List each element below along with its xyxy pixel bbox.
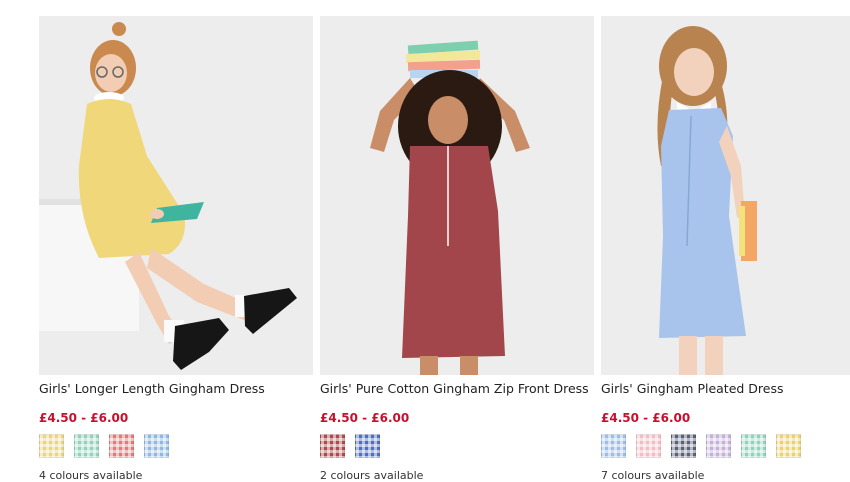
product-title[interactable]: Girls' Pure Cotton Gingham Zip Front Dre… <box>320 381 594 397</box>
colour-swatches <box>601 434 850 460</box>
product-card: Girls' Gingham Pleated Dress £4.50 - £6.… <box>601 16 850 482</box>
swatch-pink[interactable] <box>636 434 661 458</box>
colours-available: 2 colours available <box>320 469 424 482</box>
colour-swatches <box>39 434 313 460</box>
swatch-green[interactable] <box>74 434 99 458</box>
swatch-yellow[interactable] <box>39 434 64 458</box>
swatch-green[interactable] <box>741 434 766 458</box>
product-image[interactable] <box>601 16 850 375</box>
swatch-yellow[interactable] <box>776 434 801 458</box>
colour-swatches <box>320 434 594 460</box>
colours-available: 4 colours available <box>39 469 143 482</box>
product-card: Girls' Pure Cotton Gingham Zip Front Dre… <box>320 16 594 482</box>
swatch-red[interactable] <box>109 434 134 458</box>
product-title[interactable]: Girls' Longer Length Gingham Dress <box>39 381 313 397</box>
swatch-blue[interactable] <box>601 434 626 458</box>
product-image[interactable] <box>320 16 594 375</box>
product-price: £4.50 - £6.00 <box>39 411 129 425</box>
product-card: Girls' Longer Length Gingham Dress £4.50… <box>39 16 313 482</box>
product-image[interactable] <box>39 16 313 375</box>
product-title[interactable]: Girls' Gingham Pleated Dress <box>601 381 850 397</box>
swatch-lilac[interactable] <box>706 434 731 458</box>
product-grid: Girls' Longer Length Gingham Dress £4.50… <box>0 0 850 482</box>
swatch-red[interactable] <box>320 434 345 458</box>
product-price: £4.50 - £6.00 <box>320 411 410 425</box>
swatch-blue[interactable] <box>144 434 169 458</box>
product-price: £4.50 - £6.00 <box>601 411 691 425</box>
swatch-navy[interactable] <box>671 434 696 458</box>
colours-available: 7 colours available <box>601 469 705 482</box>
swatch-blue[interactable] <box>355 434 380 458</box>
